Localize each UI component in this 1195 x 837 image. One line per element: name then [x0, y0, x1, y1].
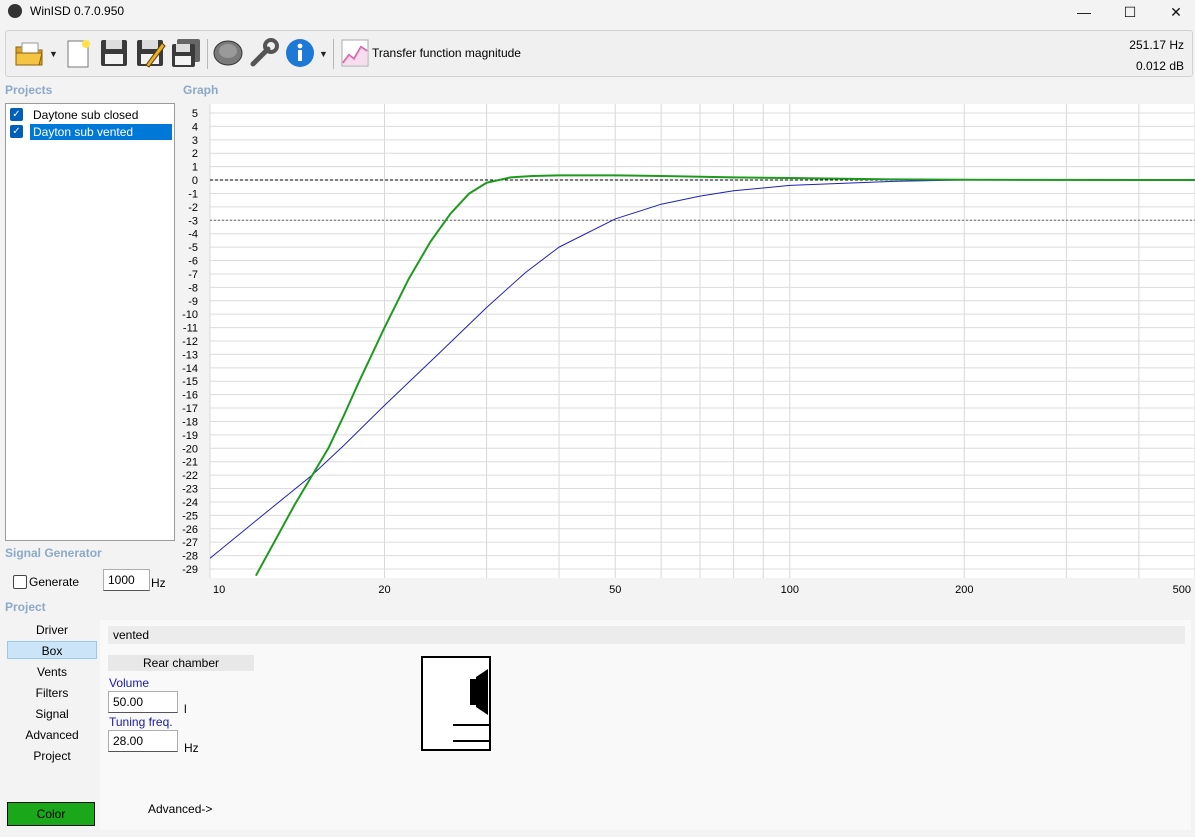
y-tick-label: -29	[182, 564, 198, 576]
tuning-freq-unit: Hz	[184, 741, 199, 755]
projects-heading: Projects	[5, 83, 53, 97]
y-tick-label: -22	[182, 470, 198, 482]
volume-unit: l	[184, 702, 187, 716]
tools-icon[interactable]	[248, 37, 280, 69]
y-tick-label: 0	[192, 175, 198, 187]
generate-label: Generate	[29, 575, 80, 589]
y-tick-label: -9	[188, 296, 198, 308]
y-tick-label: -13	[182, 349, 198, 361]
title-bar: WinISD 0.7.0.950 — ☐ ✕	[0, 0, 1195, 24]
maximize-button[interactable]: ☐	[1107, 0, 1153, 24]
y-tick-label: -26	[182, 524, 198, 536]
minimize-button[interactable]: —	[1061, 0, 1107, 24]
project-heading: Project	[5, 600, 46, 614]
nav-filters[interactable]: Filters	[7, 684, 97, 702]
toolbar: ▼ ▼ Transfer function magnitude 251.17 H…	[5, 30, 1193, 77]
y-tick-label: 3	[192, 135, 198, 147]
y-tick-label: -21	[182, 457, 198, 469]
toolbar-separator	[333, 39, 334, 69]
x-tick-label: 20	[378, 584, 390, 596]
y-tick-label: -8	[188, 282, 198, 294]
signal-frequency-input[interactable]	[103, 569, 150, 591]
y-tick-label: -12	[182, 336, 198, 348]
window-title: WinISD 0.7.0.950	[30, 4, 125, 18]
close-button[interactable]: ✕	[1153, 0, 1195, 24]
y-tick-label: -3	[188, 215, 198, 227]
project-item-closed[interactable]: ✓ Daytone sub closed	[10, 107, 173, 123]
color-button[interactable]: Color	[7, 802, 95, 826]
project-label[interactable]: Dayton sub vented	[30, 124, 172, 140]
y-tick-label: -7	[188, 269, 198, 281]
x-tick-label: 200	[955, 584, 973, 596]
project-checkbox[interactable]: ✓	[10, 125, 23, 138]
project-item-vented[interactable]: ✓ Dayton sub vented	[10, 124, 173, 140]
y-tick-label: -15	[182, 376, 198, 388]
nav-advanced[interactable]: Advanced	[7, 726, 97, 744]
graph-icon[interactable]	[339, 37, 371, 69]
graph-type-label[interactable]: Transfer function magnitude	[372, 46, 521, 60]
x-tick-label: 100	[781, 584, 799, 596]
volume-label: Volume	[109, 676, 150, 690]
project-checkbox[interactable]: ✓	[10, 108, 23, 121]
volume-input[interactable]	[108, 691, 178, 713]
y-tick-label: 4	[192, 121, 198, 133]
generate-checkbox[interactable]	[13, 575, 27, 589]
y-tick-label: -25	[182, 510, 198, 522]
y-tick-label: -5	[188, 242, 198, 254]
y-tick-label: 5	[192, 108, 198, 120]
y-tick-label: -1	[188, 188, 198, 200]
cursor-level-readout: 0.012 dB	[1135, 59, 1184, 73]
vented-box-diagram	[421, 656, 491, 751]
app-logo-icon	[8, 4, 22, 18]
y-tick-label: -10	[182, 309, 198, 321]
y-tick-label: -6	[188, 256, 198, 268]
driver-icon[interactable]	[212, 37, 244, 69]
toolbar-separator	[207, 39, 208, 69]
cursor-frequency-readout: 251.17 Hz	[1129, 38, 1184, 52]
y-tick-label: 1	[192, 162, 198, 174]
y-tick-label: -16	[182, 390, 198, 402]
save-all-icon[interactable]	[170, 37, 202, 69]
open-dropdown-chevron-down-icon[interactable]: ▼	[49, 49, 58, 59]
nav-vents[interactable]: Vents	[7, 663, 97, 681]
y-tick-label: -4	[188, 229, 198, 241]
nav-driver[interactable]: Driver	[7, 621, 97, 639]
y-tick-label: -11	[183, 323, 198, 335]
y-tick-label: -19	[182, 430, 198, 442]
info-dropdown-chevron-down-icon[interactable]: ▼	[319, 49, 328, 59]
y-tick-label: -14	[182, 363, 198, 375]
box-panel: vented Rear chamber Volume l Tuning freq…	[100, 620, 1191, 830]
y-tick-label: -28	[182, 551, 198, 563]
new-project-icon[interactable]	[62, 37, 94, 69]
graph-heading: Graph	[183, 83, 219, 97]
project-label[interactable]: Daytone sub closed	[30, 107, 141, 123]
box-type-header[interactable]: vented	[108, 626, 1185, 644]
advanced-link[interactable]: Advanced->	[148, 802, 212, 816]
y-tick-label: -23	[182, 484, 198, 496]
projects-list[interactable]: ✓ Daytone sub closed ✓ Dayton sub vented	[5, 103, 175, 541]
tuning-freq-label: Tuning freq.	[109, 715, 173, 729]
rear-chamber-header: Rear chamber	[108, 655, 254, 671]
save-icon[interactable]	[98, 37, 130, 69]
y-tick-label: -2	[188, 202, 198, 214]
signal-frequency-unit: Hz	[151, 576, 166, 590]
y-tick-label: -27	[182, 537, 198, 549]
y-tick-label: -17	[182, 403, 198, 415]
info-icon[interactable]	[284, 37, 316, 69]
signal-generator-heading: Signal Generator	[5, 546, 102, 560]
y-tick-label: -18	[182, 416, 198, 428]
y-tick-label: -20	[182, 443, 198, 455]
open-folder-icon[interactable]	[14, 37, 46, 69]
x-tick-label: 500	[1173, 584, 1191, 596]
y-tick-label: -24	[182, 497, 198, 509]
save-as-icon[interactable]	[134, 37, 166, 69]
x-tick-label: 50	[609, 584, 621, 596]
nav-project[interactable]: Project	[7, 747, 97, 765]
tuning-freq-input[interactable]	[108, 730, 178, 752]
nav-box[interactable]: Box	[7, 641, 97, 659]
nav-signal[interactable]: Signal	[7, 705, 97, 723]
x-tick-label: 10	[213, 584, 225, 596]
y-tick-label: 2	[192, 148, 198, 160]
transfer-function-chart[interactable]: 543210-1-2-3-4-5-6-7-8-9-10-11-12-13-14-…	[180, 100, 1195, 600]
